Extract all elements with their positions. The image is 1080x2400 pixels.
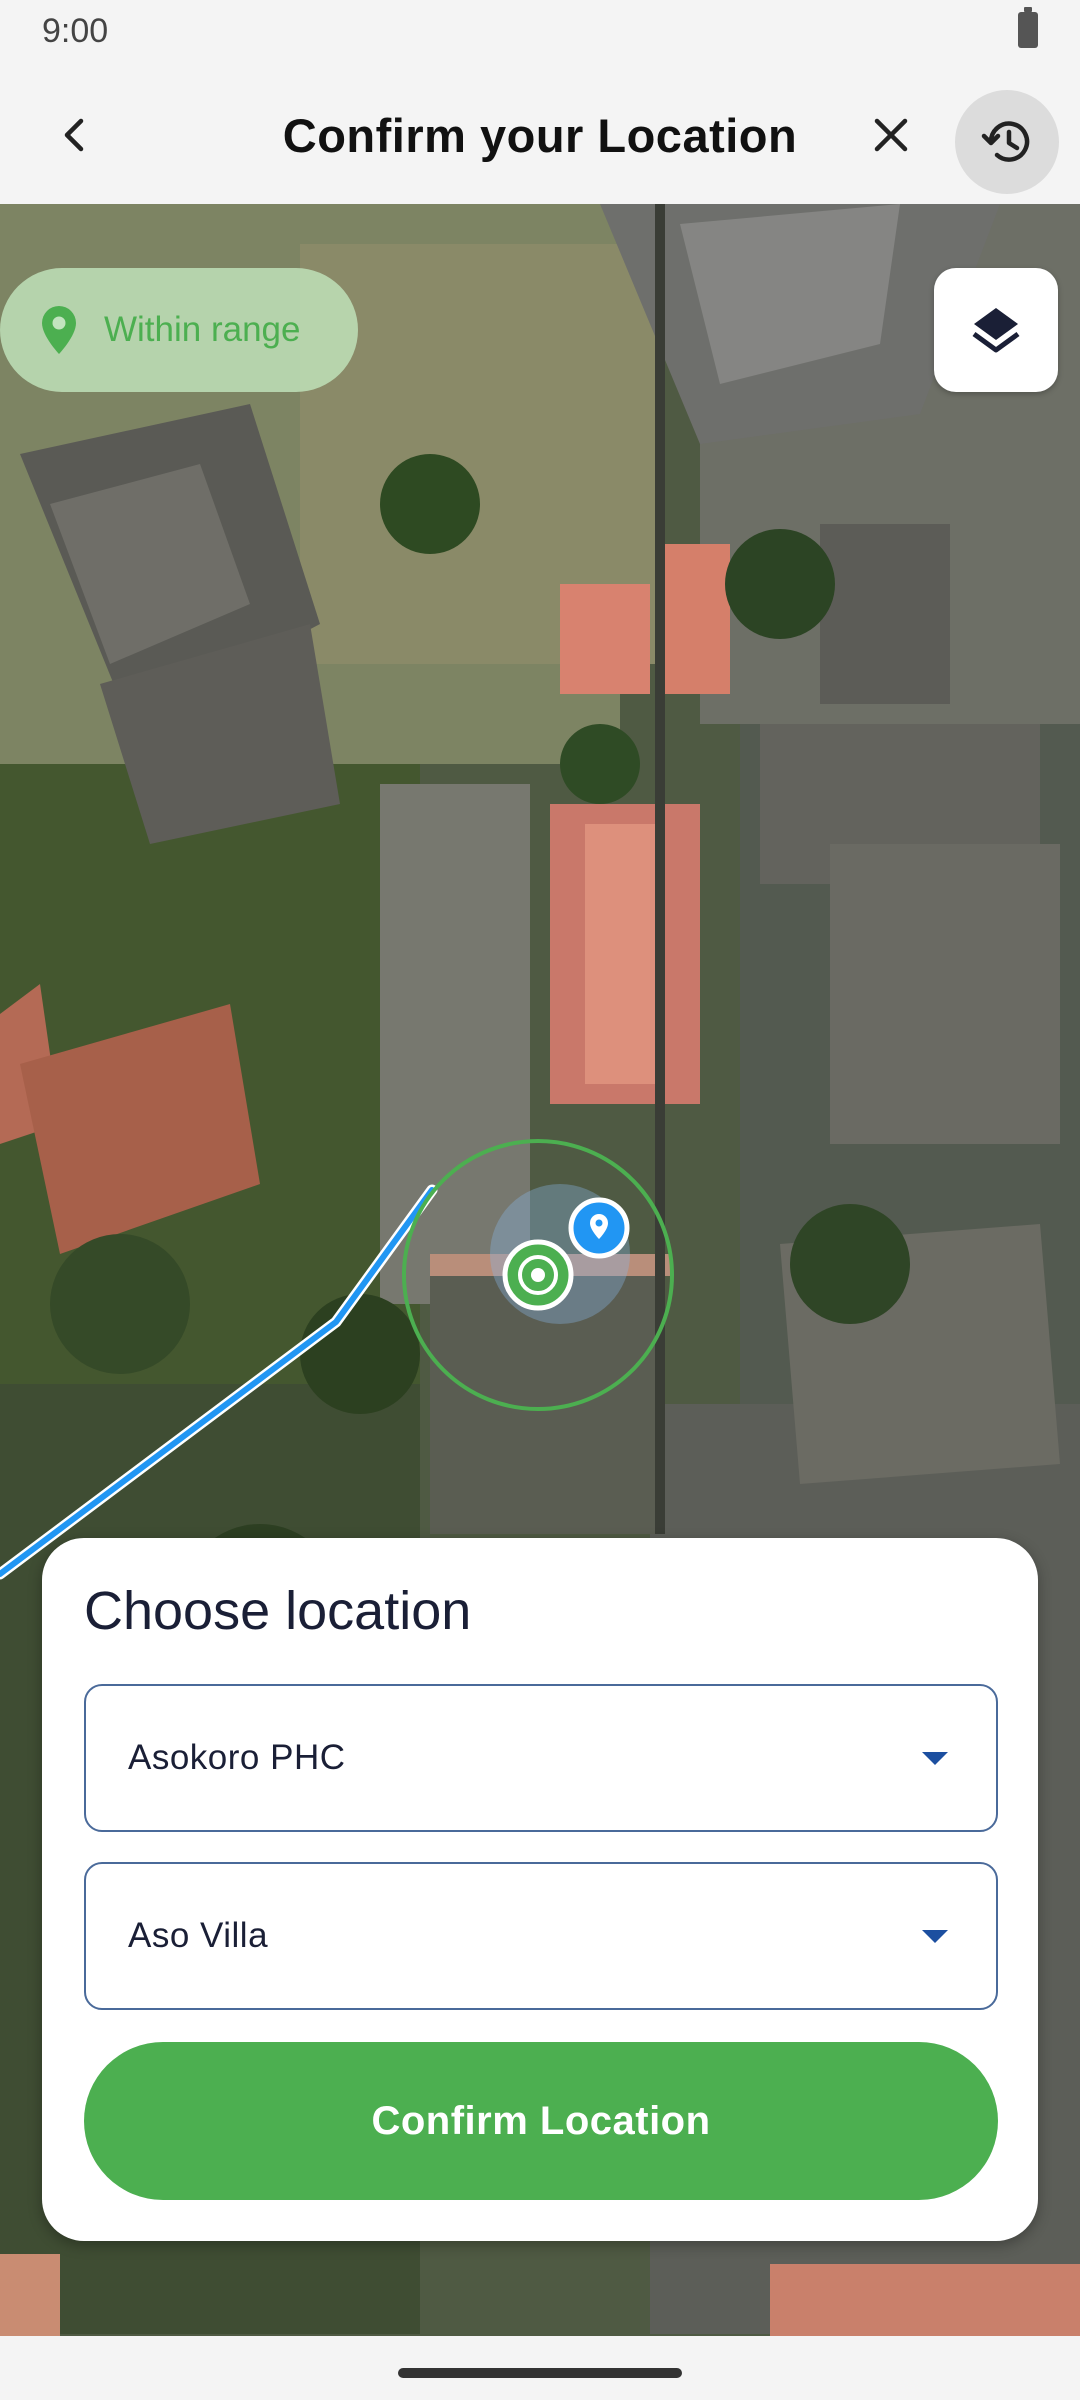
status-time: 9:00 (42, 12, 109, 50)
facility-dropdown-value: Asokoro PHC (128, 1738, 346, 1777)
satellite-map[interactable]: Within range Choose location Asokoro PHC… (0, 204, 1080, 2336)
status-bar: 9:00 (0, 0, 1080, 62)
dropdown-arrow-icon (922, 1930, 948, 1943)
history-icon (981, 121, 1030, 162)
card-title: Choose location (84, 1581, 472, 1641)
area-dropdown[interactable]: Aso Villa (84, 1862, 998, 2010)
location-pin-icon (42, 306, 76, 354)
home-gesture-handle[interactable] (398, 2368, 682, 2378)
facility-dropdown[interactable]: Asokoro PHC (84, 1684, 998, 1832)
confirm-location-button[interactable]: Confirm Location (84, 2042, 998, 2200)
layers-icon (972, 308, 1020, 353)
map-layers-button[interactable] (934, 268, 1058, 392)
close-icon (874, 118, 908, 152)
choose-location-card: Choose location Asokoro PHC Aso Villa Co… (42, 1538, 1038, 2241)
area-dropdown-value: Aso Villa (128, 1916, 269, 1955)
app-bar: Confirm your Location (0, 62, 1080, 204)
range-status-label: Within range (104, 310, 301, 349)
navigation-bar (0, 2336, 1080, 2400)
range-status-chip: Within range (0, 268, 358, 392)
close-button[interactable] (856, 100, 926, 170)
history-button[interactable] (955, 90, 1059, 194)
dropdown-arrow-icon (922, 1752, 948, 1765)
battery-icon (1018, 7, 1038, 48)
